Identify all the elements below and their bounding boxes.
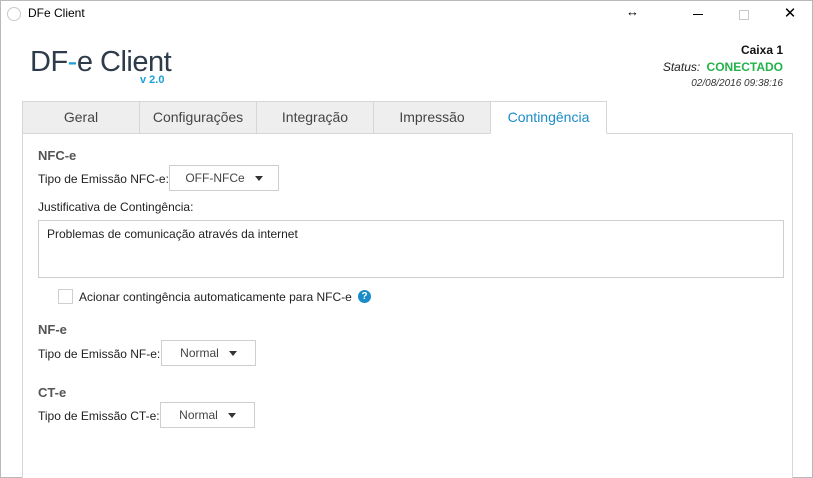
justificativa-label: Justificativa de Contingência:	[38, 200, 194, 214]
app-window: DFe Client ↔ ✕ DF-e Client v 2.0 Caixa 1…	[0, 0, 813, 478]
nfe-tipo-label: Tipo de Emissão NF-e:	[38, 347, 161, 361]
cte-tipo-value: Normal	[179, 408, 218, 422]
close-icon: ✕	[783, 5, 797, 22]
resize-icon[interactable]: ↔	[626, 4, 639, 19]
nfe-tipo-select[interactable]: Normal	[161, 340, 256, 366]
status-badge: CONECTADO	[706, 60, 783, 74]
logo-version: v 2.0	[140, 74, 165, 86]
status-line: Status: CONECTADO	[663, 60, 783, 74]
nfe-tipo-value: Normal	[180, 346, 219, 360]
justificativa-textarea[interactable]: Problemas de comunicação através da inte…	[38, 220, 784, 278]
chevron-down-icon	[228, 351, 237, 357]
nfce-tipo-value: OFF-NFCe	[185, 171, 245, 185]
help-icon[interactable]: ?	[358, 290, 371, 303]
nfce-tipo-select[interactable]: OFF-NFCe	[169, 165, 279, 191]
nfce-tipo-label: Tipo de Emissão NFC-e:	[38, 172, 169, 186]
caixa-label: Caixa 1	[740, 43, 783, 57]
status-datetime: 02/08/2016 09:38:16	[691, 78, 783, 89]
close-button[interactable]: ✕	[767, 1, 813, 27]
tab-configuracoes[interactable]: Configurações	[139, 101, 256, 134]
tab-impressao[interactable]: Impressão	[373, 101, 490, 134]
maximize-icon	[739, 9, 749, 20]
cte-tipo-label: Tipo de Emissão CT-e:	[38, 409, 160, 423]
minimize-button[interactable]	[675, 1, 721, 27]
auto-contingencia-label[interactable]: Acionar contingência automaticamente par…	[79, 290, 352, 304]
cte-section-title: CT-e	[38, 385, 67, 400]
tab-contingencia[interactable]: Contingência	[490, 101, 607, 134]
chevron-down-icon	[254, 176, 263, 182]
tab-bar: Geral Configurações Integração Impressão…	[22, 101, 607, 134]
window-title: DFe Client	[28, 6, 85, 20]
tab-geral[interactable]: Geral	[22, 101, 139, 134]
chevron-down-icon	[227, 413, 236, 419]
status-label: Status:	[662, 60, 701, 74]
nfe-section-title: NF-e	[38, 322, 67, 337]
tab-integracao[interactable]: Integração	[256, 101, 373, 134]
app-icon	[7, 7, 21, 21]
cte-tipo-select[interactable]: Normal	[160, 402, 255, 428]
nfce-section-title: NFC-e	[38, 148, 77, 163]
minimize-icon	[693, 14, 703, 16]
app-logo: DF-e Client v 2.0	[30, 46, 172, 86]
maximize-button[interactable]	[721, 1, 767, 27]
title-bar[interactable]: DFe Client ↔ ✕	[1, 1, 812, 27]
auto-contingencia-checkbox[interactable]	[58, 289, 73, 304]
